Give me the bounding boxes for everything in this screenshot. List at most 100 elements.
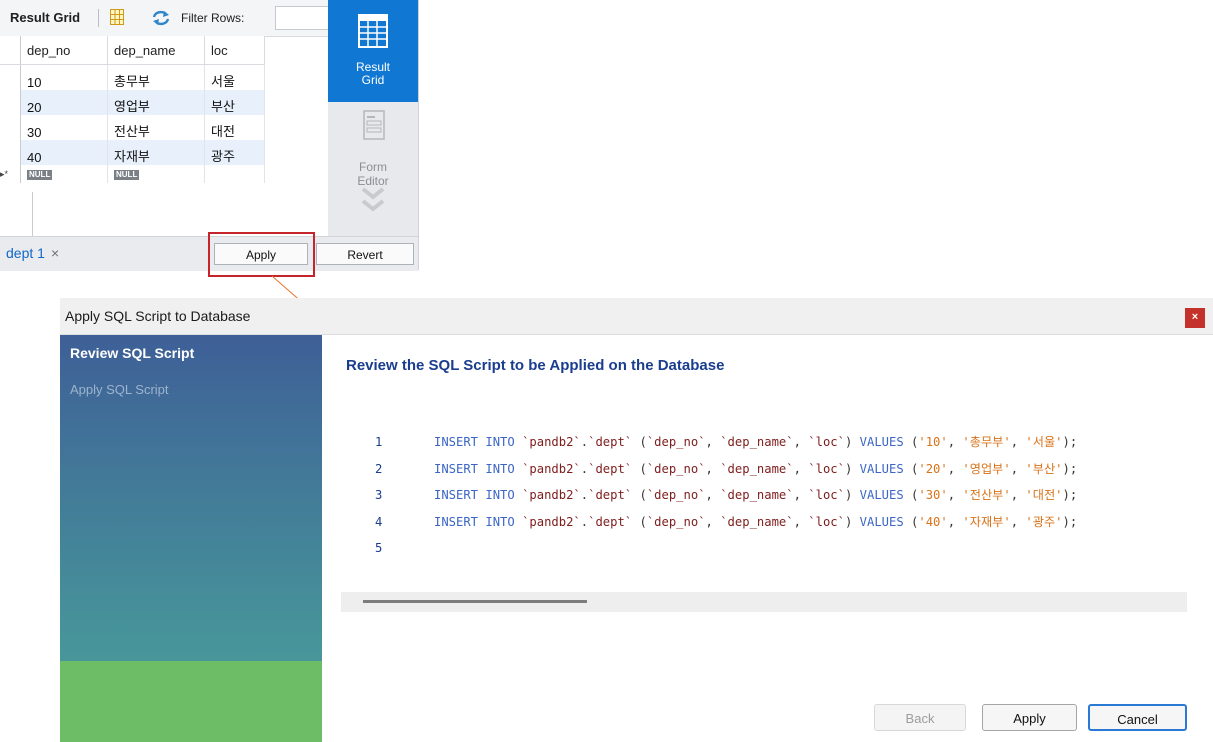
sql-punctuation: ,: [947, 488, 963, 502]
apply-sql-dialog: Apply SQL Script to Database × Review SQ…: [60, 298, 1213, 742]
sql-punctuation: .: [580, 514, 589, 529]
result-table: dep_no dep_name loc 10 총무부 서울 20 영업부 부산 …: [0, 36, 265, 183]
sql-string: '자재부': [962, 514, 1011, 529]
column-header-dep-name[interactable]: dep_name: [107, 36, 205, 65]
back-button[interactable]: Back: [874, 704, 966, 731]
table-cell[interactable]: 광주: [204, 140, 265, 165]
new-row[interactable]: ▸* NULL NULL: [0, 165, 265, 183]
table-cell[interactable]: 10: [20, 64, 108, 90]
form-editor-icon: [363, 110, 385, 140]
sql-punctuation: ): [844, 461, 860, 476]
line-number: 1: [375, 435, 383, 449]
scrollbar-thumb[interactable]: [363, 600, 587, 603]
sql-punctuation: ,: [705, 461, 721, 476]
table-cell[interactable]: 20: [20, 90, 108, 115]
sql-punctuation: ,: [705, 435, 721, 449]
table-cell[interactable]: 총무부: [107, 64, 205, 90]
row-header[interactable]: [0, 90, 21, 115]
sql-identifier: `pandb2`: [522, 461, 581, 476]
filter-rows-input[interactable]: [275, 6, 328, 30]
result-grid-icon: [358, 14, 388, 48]
sql-identifier: `pandb2`: [522, 488, 581, 502]
close-dialog-button[interactable]: ×: [1185, 308, 1205, 328]
result-grid-view-button[interactable]: Result Grid: [328, 0, 418, 102]
sql-punctuation: ,: [1010, 435, 1026, 449]
revert-button[interactable]: Revert: [316, 243, 414, 265]
table-cell[interactable]: [204, 165, 265, 183]
sql-punctuation: (: [632, 461, 647, 476]
table-row[interactable]: 20 영업부 부산: [0, 90, 265, 115]
chevron-down-icon[interactable]: [359, 184, 387, 214]
table-row[interactable]: 40 자재부 광주: [0, 140, 265, 165]
sql-string: '서울': [1025, 435, 1063, 449]
table-cell[interactable]: NULL: [20, 165, 108, 183]
tab-dept-label: dept 1: [6, 245, 45, 261]
refresh-icon[interactable]: [151, 10, 171, 26]
sql-punctuation: .: [580, 488, 589, 502]
sql-punctuation: ,: [793, 488, 809, 502]
result-grid-label-2: Grid: [361, 73, 385, 87]
table-cell[interactable]: 부산: [204, 90, 265, 115]
apply-highlight-box: [208, 232, 315, 277]
table-row[interactable]: 10 총무부 서울: [0, 64, 265, 90]
sql-string: '총무부': [962, 435, 1011, 449]
sql-punctuation: (: [632, 435, 647, 449]
new-row-marker: ▸*: [0, 169, 9, 179]
cancel-button[interactable]: Cancel: [1088, 704, 1187, 731]
grid-layout-icon[interactable]: [110, 9, 124, 25]
sql-script-editor[interactable]: 1 INSERT INTO `pandb2`.`dept` (`dep_no`, …: [346, 429, 1077, 562]
table-row[interactable]: 30 전산부 대전: [0, 115, 265, 140]
sql-punctuation: ,: [705, 514, 721, 529]
row-header[interactable]: [0, 64, 21, 90]
null-badge: NULL: [114, 170, 140, 180]
line-number: 5: [375, 541, 383, 555]
sql-punctuation: );: [1062, 435, 1078, 449]
sql-keyword: INSERT INTO: [434, 461, 523, 476]
close-tab-icon[interactable]: ×: [51, 245, 59, 261]
tab-dept-1[interactable]: dept 1 ×: [6, 245, 59, 261]
row-header[interactable]: [0, 115, 21, 140]
horizontal-scrollbar[interactable]: [341, 592, 1187, 612]
table-cell[interactable]: 30: [20, 115, 108, 140]
sql-string: '전산부': [962, 488, 1011, 502]
sql-keyword: INSERT INTO: [434, 488, 523, 502]
line-number: 4: [375, 514, 383, 529]
column-header-dep-no[interactable]: dep_no: [20, 36, 108, 65]
step-review-sql-script: Review SQL Script: [70, 345, 195, 361]
apply-button[interactable]: Apply: [982, 704, 1077, 731]
row-header-corner: [0, 36, 21, 65]
sql-identifier: `dept`: [588, 461, 633, 476]
sql-keyword: VALUES: [859, 488, 912, 502]
table-cell[interactable]: 영업부: [107, 90, 205, 115]
result-grid-title: Result Grid: [10, 10, 81, 25]
sql-string: '40': [918, 514, 948, 529]
review-heading: Review the SQL Script to be Applied on t…: [346, 357, 725, 374]
table-header-row: dep_no dep_name loc: [0, 36, 265, 65]
table-cell[interactable]: 자재부: [107, 140, 205, 165]
table-cell[interactable]: 대전: [204, 115, 265, 140]
sql-identifier: `loc`: [808, 488, 845, 502]
sql-punctuation: );: [1062, 514, 1078, 529]
line-number: 3: [375, 488, 383, 502]
sql-identifier: `dept`: [588, 435, 633, 449]
wizard-steps-panel: Review SQL Script Apply SQL Script: [60, 335, 322, 742]
table-cell[interactable]: 전산부: [107, 115, 205, 140]
sql-punctuation: (: [632, 514, 647, 529]
sql-identifier: `dep_no`: [646, 435, 706, 449]
sql-punctuation: ): [844, 514, 860, 529]
sql-punctuation: ,: [793, 514, 809, 529]
sql-punctuation: .: [580, 435, 589, 449]
row-header[interactable]: [0, 140, 21, 165]
table-cell[interactable]: NULL: [107, 165, 205, 183]
table-cell[interactable]: 40: [20, 140, 108, 165]
new-row-indicator: ▸*: [0, 165, 21, 183]
sql-keyword: INSERT INTO: [434, 514, 523, 529]
sql-identifier: `loc`: [808, 435, 845, 449]
result-side-panel: Result Grid Form Editor: [328, 0, 418, 236]
column-header-loc[interactable]: loc: [204, 36, 265, 65]
table-cell[interactable]: 서울: [204, 64, 265, 90]
sql-identifier: `dept`: [588, 488, 633, 502]
sql-punctuation: ): [844, 488, 860, 502]
null-badge: NULL: [27, 170, 53, 180]
sql-punctuation: (: [632, 488, 647, 502]
